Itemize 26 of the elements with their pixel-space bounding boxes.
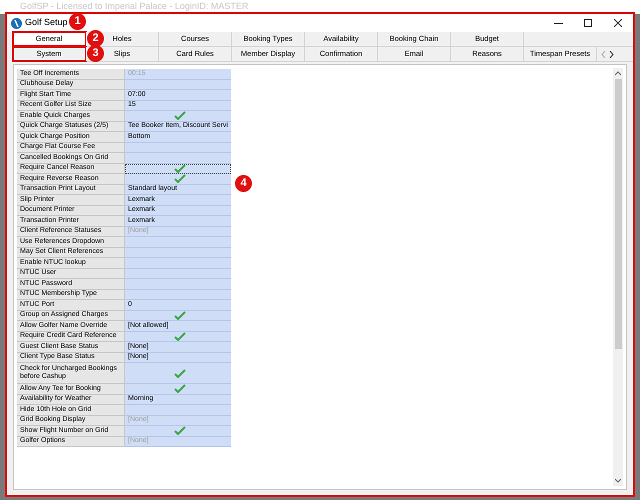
- dialog-title: Golf Setup: [25, 16, 68, 30]
- checkmark-icon: [174, 332, 186, 341]
- app-logo-icon: [11, 18, 22, 28]
- annotation-number: 4: [235, 175, 252, 192]
- checkmark-icon: [174, 426, 186, 436]
- annotation-number: 1: [69, 13, 86, 30]
- checkmark-icon: [174, 384, 186, 394]
- checkmark-icon: [174, 310, 186, 320]
- close-icon: [614, 19, 622, 27]
- minimize-icon: [554, 22, 562, 24]
- checkmark-icon: [174, 164, 186, 173]
- property-value[interactable]: [125, 384, 231, 394]
- scroll-down-icon[interactable]: [615, 478, 621, 484]
- property-value[interactable]: [125, 111, 231, 122]
- property-value[interactable]: [125, 174, 231, 184]
- property-value[interactable]: [125, 310, 231, 321]
- scroll-right-icon[interactable]: [609, 50, 614, 58]
- maximize-icon: [584, 19, 592, 27]
- property-value[interactable]: [125, 164, 231, 174]
- checkmark-icon: [174, 111, 186, 120]
- scroll-up-icon[interactable]: [615, 70, 621, 76]
- scrollbar-thumb[interactable]: [614, 79, 622, 349]
- property-value[interactable]: [125, 426, 231, 436]
- checkmark-icon: [174, 368, 186, 378]
- property-value[interactable]: [125, 332, 231, 342]
- checkmark-icon: [174, 174, 186, 184]
